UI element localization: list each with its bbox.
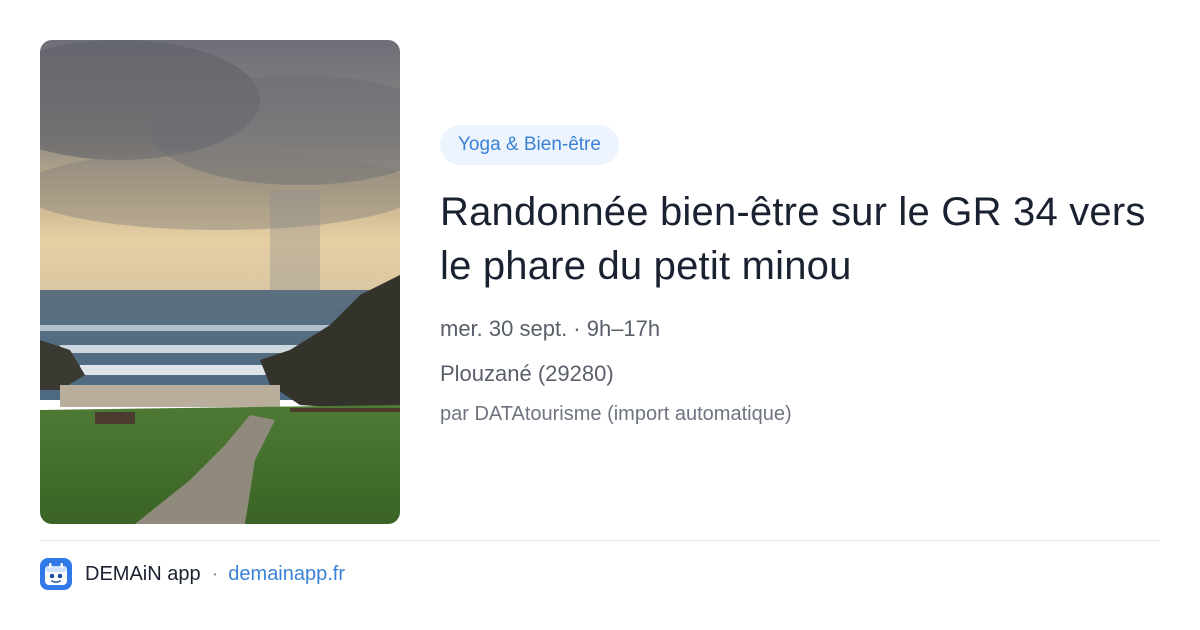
event-date-time: mer. 30 sept. · 9h–17h [440,316,661,341]
demain-app-logo-icon[interactable] [40,558,72,590]
footer: DEMAiN app · demainapp.fr [40,557,345,591]
event-title[interactable]: Randonnée bien-être sur le GR 34 vers le… [440,185,1160,293]
category-chip[interactable]: Yoga & Bien-être [440,125,619,165]
footer-separator: · [211,562,219,585]
event-details: Yoga & Bien-être Randonnée bien-être sur… [440,125,1160,428]
footer-divider [40,540,1160,541]
event-location: Plouzané (29280) [440,361,614,386]
app-website-link[interactable]: demainapp.fr [228,563,345,586]
event-card[interactable]: Yoga & Bien-être Randonnée bien-être sur… [0,0,1200,630]
event-photo [40,40,400,524]
event-source: par DATAtourisme (import automatique) [440,403,792,425]
app-name: DEMAiN app [85,562,201,585]
